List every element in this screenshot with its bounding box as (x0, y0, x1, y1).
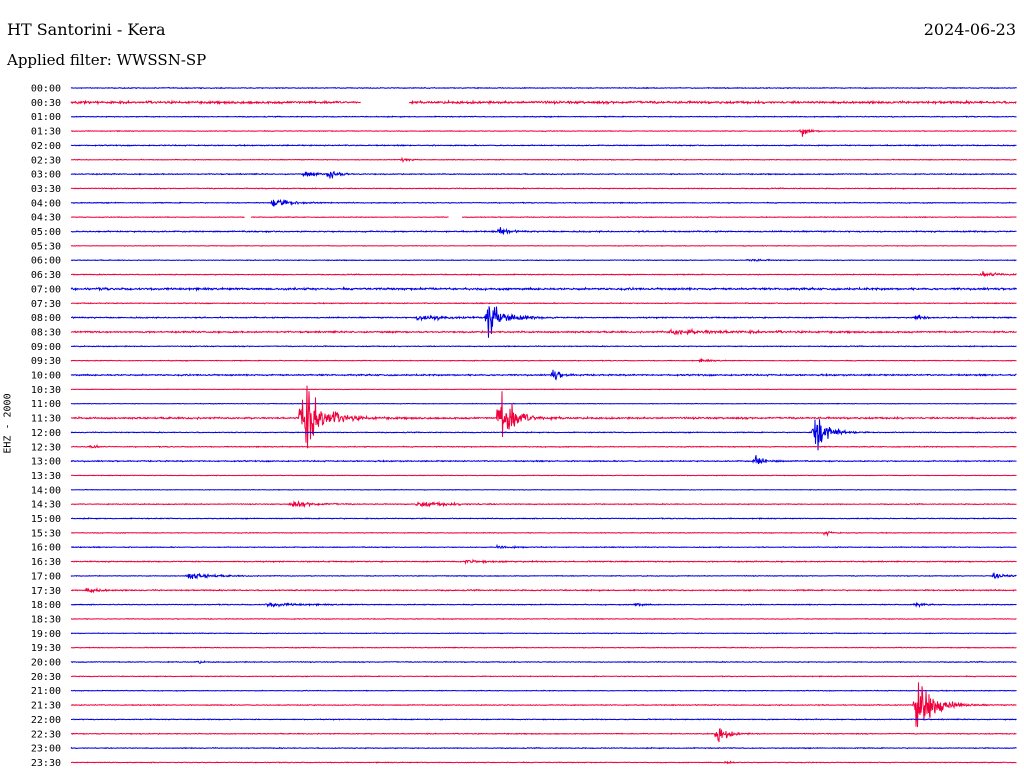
trace-row-1130 (71, 385, 1017, 449)
row-time-label: 18:30 (31, 614, 61, 625)
row-time-label: 05:30 (31, 241, 61, 252)
row-time-label: 08:30 (31, 327, 61, 338)
trace-row-1600 (70, 543, 1017, 549)
trace-row-1800 (70, 601, 1017, 608)
trace-row-1530 (70, 530, 1017, 537)
row-time-label: 20:30 (31, 672, 61, 683)
row-time-label: 14:00 (31, 485, 61, 496)
row-time-label: 11:00 (31, 399, 61, 410)
trace-row-0900 (70, 344, 1017, 348)
trace-row-1630 (70, 558, 1017, 565)
trace-row-1430 (71, 500, 1017, 509)
row-time-label: 12:30 (31, 442, 61, 453)
row-time-label: 03:00 (31, 170, 61, 181)
trace-row-1330 (70, 474, 1017, 477)
trace-row-0700 (70, 286, 1017, 292)
trace-row-0030 (70, 99, 1017, 106)
row-time-label: 03:30 (31, 184, 61, 195)
trace-row-2330 (70, 760, 1017, 765)
trace-row-0200 (70, 143, 1017, 147)
trace-row-0600 (71, 258, 1017, 262)
row-time-label: 23:00 (31, 744, 61, 755)
row-time-label: 04:30 (31, 213, 61, 224)
trace-row-1500 (70, 517, 1017, 520)
trace-row-0000 (70, 86, 1017, 90)
row-time-label: 20:00 (31, 658, 61, 669)
trace-row-0930 (70, 357, 1017, 363)
row-time-label: 10:00 (31, 371, 61, 382)
row-time-label: 14:30 (31, 500, 61, 511)
row-time-label: 18:00 (31, 600, 61, 611)
trace-row-1900 (71, 632, 1017, 635)
row-time-label: 11:30 (31, 414, 61, 425)
trace-row-1200 (70, 419, 1017, 451)
row-time-label: 00:30 (31, 98, 61, 109)
trace-row-0730 (70, 301, 1017, 305)
row-time-label: 08:00 (31, 313, 61, 324)
row-time-label: 16:30 (31, 557, 61, 568)
trace-row-0630 (71, 271, 1017, 278)
trace-row-0100 (71, 115, 1017, 119)
trace-row-1730 (71, 586, 1017, 594)
row-time-label: 17:30 (31, 586, 61, 597)
trace-row-1030 (70, 388, 1017, 391)
trace-row-2230 (70, 728, 1017, 743)
row-time-label: 01:30 (31, 127, 61, 138)
row-time-label: 21:00 (31, 686, 61, 697)
trace-row-2100 (70, 689, 1017, 692)
row-time-label: 19:30 (31, 643, 61, 654)
row-time-label: 19:00 (31, 629, 61, 640)
row-time-label: 00:00 (31, 84, 61, 95)
trace-row-1830 (70, 617, 1017, 621)
trace-row-0500 (70, 227, 1017, 235)
row-time-label: 07:00 (31, 284, 61, 295)
row-time-label: 10:30 (31, 385, 61, 396)
row-time-label: 06:30 (31, 270, 61, 281)
row-time-label: 16:00 (31, 543, 61, 554)
row-time-label: 04:00 (31, 198, 61, 209)
row-time-label: 05:00 (31, 227, 61, 238)
trace-row-0300 (70, 170, 1017, 179)
row-time-label: 21:30 (31, 701, 61, 712)
trace-row-2300 (70, 746, 1017, 750)
trace-row-0530 (70, 244, 1017, 247)
trace-row-0230 (70, 156, 1017, 164)
trace-row-0400 (70, 198, 1017, 207)
trace-row-0430 (70, 215, 1017, 219)
row-time-label: 15:30 (31, 528, 61, 539)
row-time-label: 23:30 (31, 758, 61, 769)
trace-row-1400 (70, 488, 1017, 491)
row-time-label: 12:00 (31, 428, 61, 439)
trace-row-0130 (70, 128, 1017, 137)
row-time-label: 17:00 (31, 571, 61, 582)
row-time-label: 06:00 (31, 256, 61, 267)
row-time-label: 13:00 (31, 457, 61, 468)
row-time-label: 09:00 (31, 342, 61, 353)
trace-row-1230 (71, 443, 1017, 449)
row-time-label: 22:00 (31, 715, 61, 726)
trace-row-0830 (70, 327, 1017, 336)
trace-row-1000 (70, 369, 1017, 381)
row-time-label: 22:30 (31, 729, 61, 740)
row-time-label: 13:30 (31, 471, 61, 482)
row-time-label: 09:30 (31, 356, 61, 367)
helicorder-plot: 00:00 00:30 01:00 01:30 02:00 02:30 03:00 03:30… (31, 84, 1017, 769)
trace-row-1100 (70, 402, 1017, 405)
trace-row-2200 (71, 718, 1017, 721)
trace-row-1700 (70, 572, 1017, 580)
row-time-label: 15:00 (31, 514, 61, 525)
trace-row-1930 (70, 646, 1017, 649)
row-time-label: 07:30 (31, 299, 61, 310)
trace-row-0330 (70, 187, 1017, 190)
row-time-label: 02:30 (31, 155, 61, 166)
row-time-label: 01:00 (31, 112, 61, 123)
trace-row-2030 (70, 675, 1017, 678)
trace-row-1300 (70, 455, 1017, 465)
trace-row-2000 (70, 660, 1017, 664)
trace-row-2130 (70, 682, 1017, 728)
row-time-label: 02:00 (31, 141, 61, 152)
